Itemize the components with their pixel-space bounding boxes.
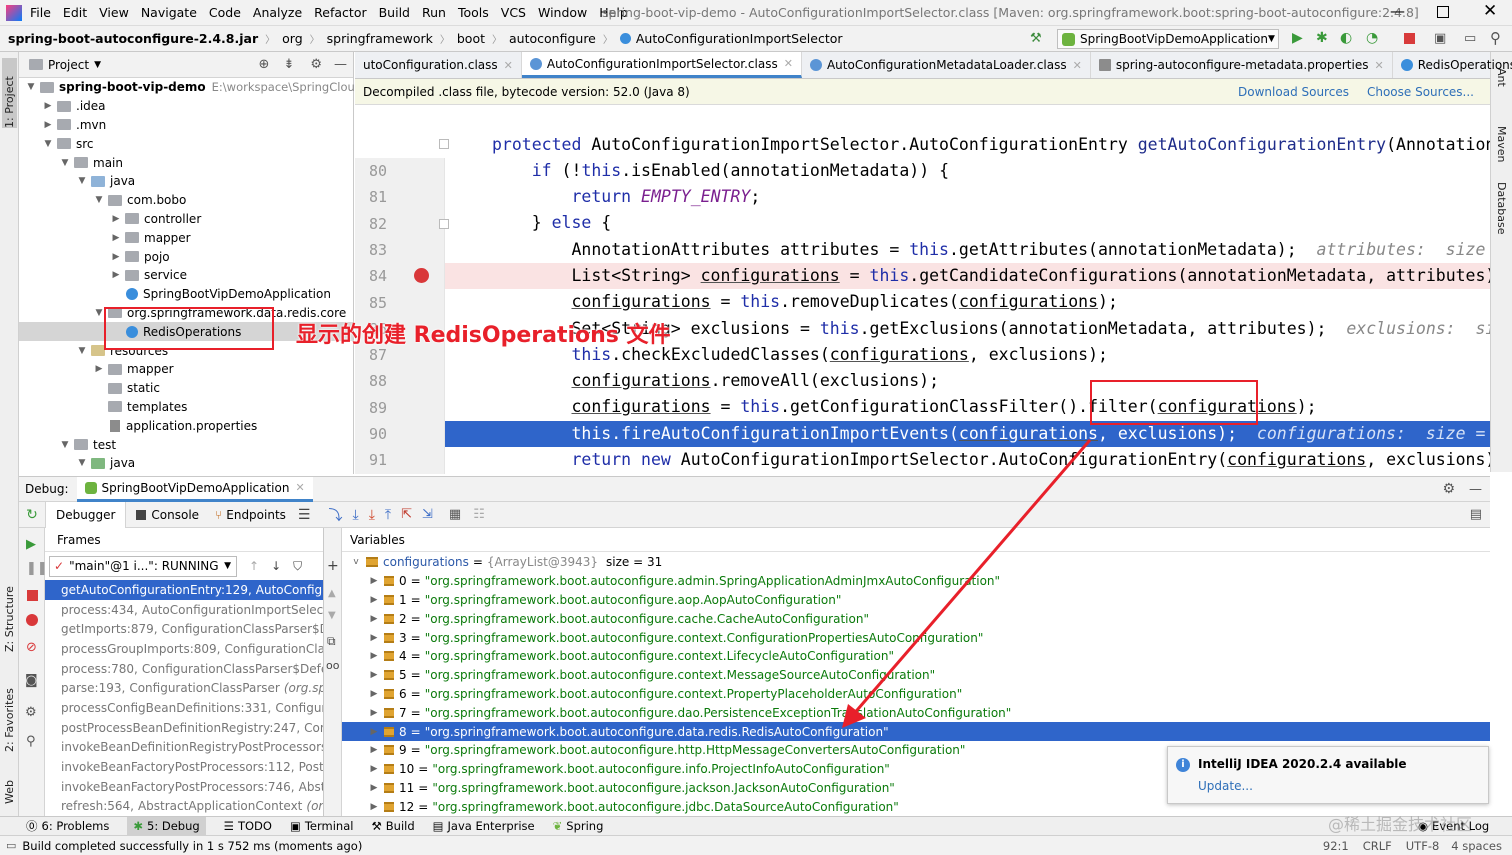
problems-tab-label: 6: Problems	[41, 819, 110, 833]
hammer-icon: ⚒	[371, 819, 382, 833]
indent-setting[interactable]: 4 spaces	[1451, 839, 1502, 853]
watermark: @稀土掘金技术社区	[1328, 815, 1473, 834]
update-notification[interactable]: i IntelliJ IDEA 2020.2.4 available Updat…	[1167, 746, 1489, 804]
debug-icon: ✱	[133, 819, 143, 833]
java-enterprise-tab[interactable]: ▤ Java Enterprise	[433, 819, 535, 833]
java-ee-icon: ▤	[432, 819, 444, 833]
annotation-arrow	[842, 439, 1092, 728]
java-enterprise-tab-label: Java Enterprise	[447, 819, 535, 833]
debug-tool-tab[interactable]: ✱ 5: Debug	[127, 816, 206, 836]
todo-tab[interactable]: ☰ TODO	[224, 819, 272, 833]
problems-icon: ⓪	[26, 819, 38, 833]
cursor-position[interactable]: 92:1	[1323, 839, 1349, 853]
spring-icon: ❦	[552, 819, 563, 833]
build-tab-label: Build	[385, 819, 415, 833]
problems-tab[interactable]: ⓪ 6: Problems	[26, 818, 109, 834]
terminal-tab-label: Terminal	[304, 819, 354, 833]
todo-tab-label: TODO	[237, 819, 272, 833]
file-encoding[interactable]: UTF-8	[1406, 839, 1440, 853]
line-separator[interactable]: CRLF	[1363, 839, 1392, 853]
status-bar: ▭ Build completed successfully in 1 s 75…	[0, 835, 1512, 855]
update-link[interactable]: Update...	[1198, 779, 1253, 793]
terminal-tab[interactable]: ▣ Terminal	[290, 819, 353, 833]
terminal-icon: ▣	[289, 819, 301, 833]
spring-tab[interactable]: ❦ Spring	[553, 819, 604, 833]
debug-tool-tab-label: 5: Debug	[147, 819, 200, 833]
notification-title: IntelliJ IDEA 2020.2.4 available	[1198, 757, 1407, 771]
bottom-tool-bar: ⓪ 6: Problems ✱ 5: Debug ☰ TODO ▣ Terminal ⚒…	[0, 816, 1512, 836]
build-tab[interactable]: ⚒ Build	[371, 819, 414, 833]
list-icon: ☰	[223, 819, 234, 833]
info-icon: i	[1176, 758, 1190, 772]
status-message: Build completed successfully in 1 s 752 …	[22, 838, 363, 853]
spring-tab-label: Spring	[566, 819, 604, 833]
status-layout-icon[interactable]: ▭	[6, 839, 16, 852]
